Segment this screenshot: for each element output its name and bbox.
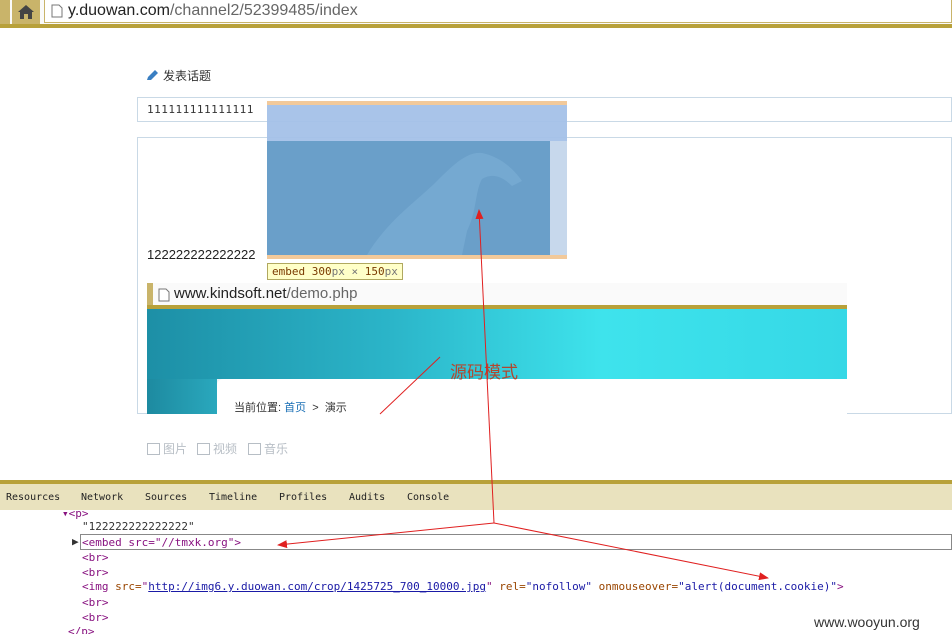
annotation-arrows	[277, 209, 769, 581]
source-mode-pointer	[379, 356, 441, 415]
arrow-to-onmouseover	[493, 522, 769, 581]
arrow-to-embed-tag	[277, 522, 495, 549]
arrow-to-embed	[475, 209, 495, 524]
